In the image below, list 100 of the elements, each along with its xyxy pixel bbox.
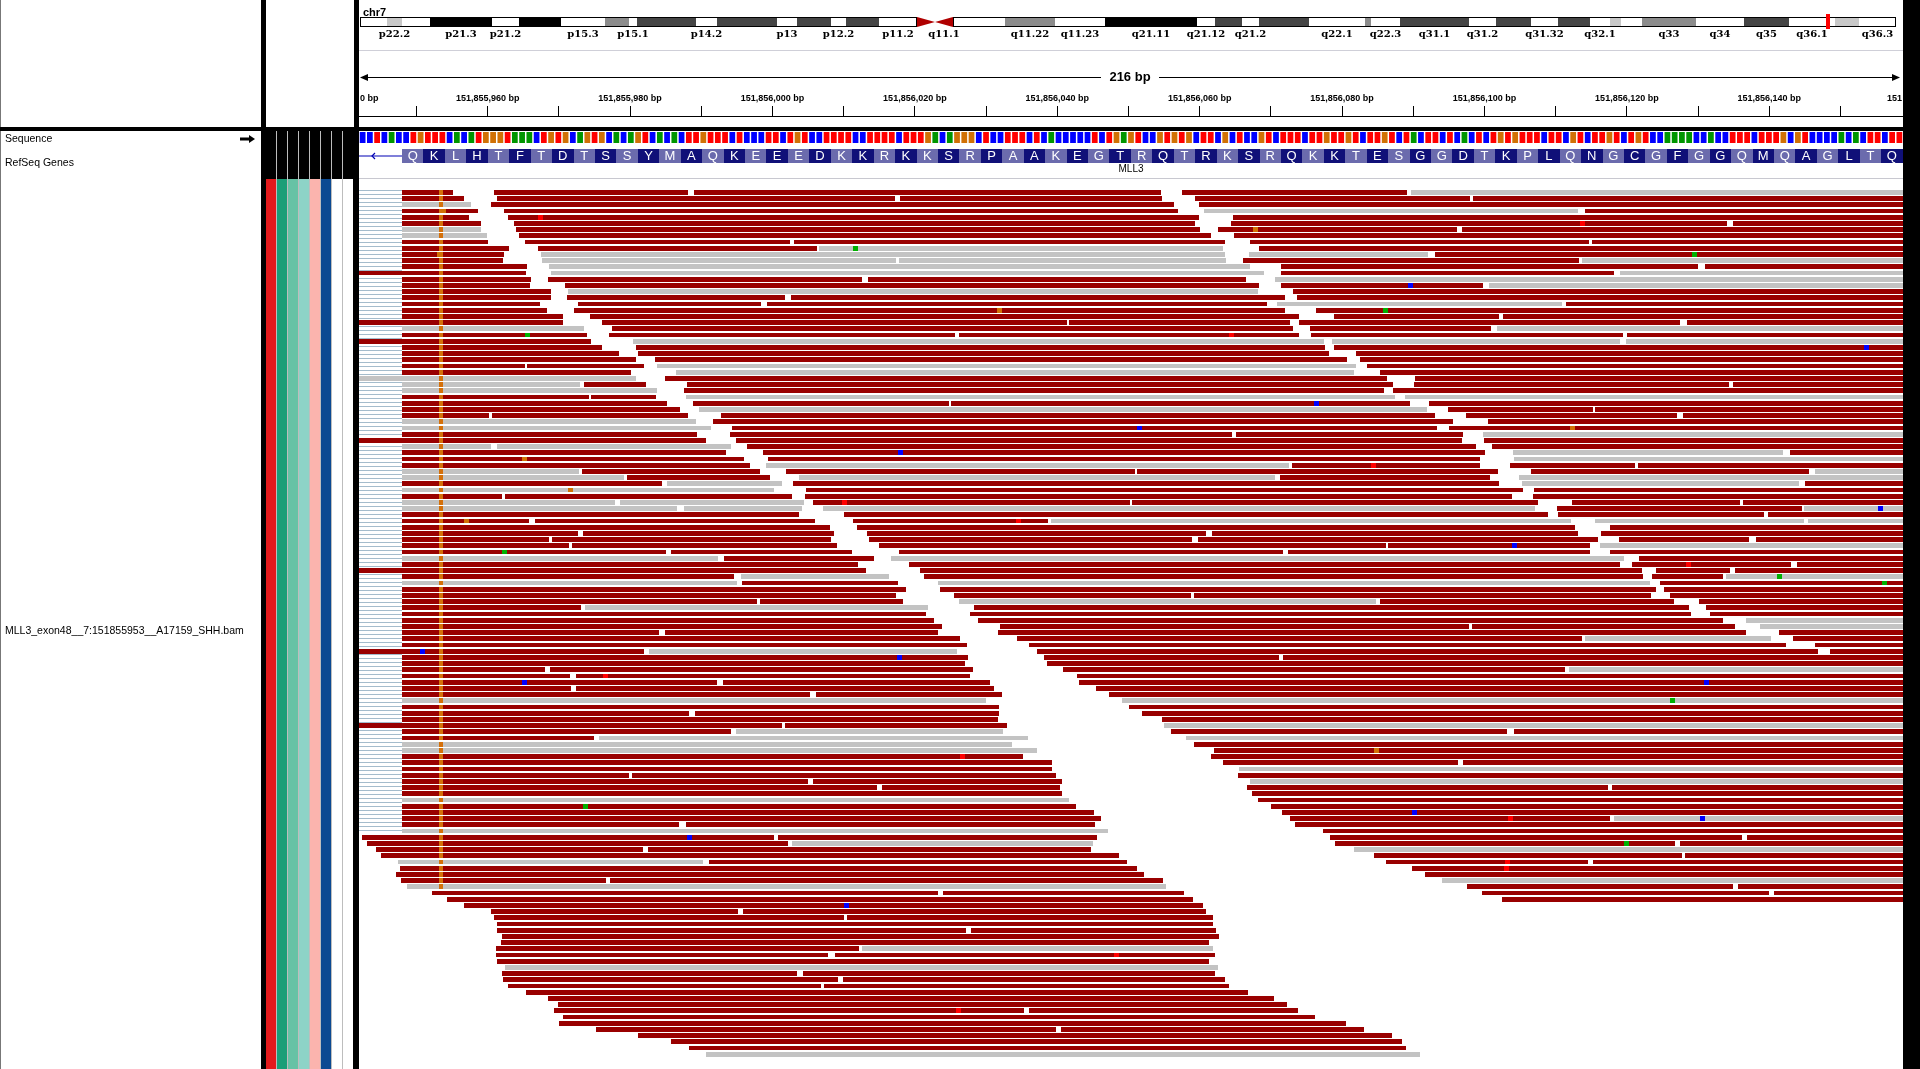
band-label: q36.1 bbox=[1796, 28, 1828, 40]
amino-acid: R bbox=[1259, 149, 1281, 163]
ruler-tick-label: 151,855,980 bp bbox=[598, 92, 662, 104]
amino-acid: G bbox=[1409, 149, 1431, 163]
amino-acid: T bbox=[487, 149, 510, 163]
chromosome-name: chr7 bbox=[363, 6, 387, 18]
band-label: q11.23 bbox=[1060, 28, 1100, 40]
amino-acid: T bbox=[530, 149, 553, 163]
amino-acid: R bbox=[873, 149, 896, 163]
strand-arrow-icon[interactable] bbox=[240, 134, 255, 143]
amino-acid: P bbox=[980, 149, 1003, 163]
ruler-tick-label: 0 bp bbox=[360, 92, 379, 104]
amino-acid: K bbox=[1323, 149, 1346, 163]
amino-acid: G bbox=[1088, 149, 1110, 163]
ruler-tick-label: 151 bbox=[1886, 92, 1902, 104]
ruler-tick-label: 151,856,020 bp bbox=[883, 92, 947, 104]
amino-acid: D bbox=[1452, 149, 1474, 163]
band-label: p14.2 bbox=[690, 28, 723, 40]
band-label: q36.3 bbox=[1861, 28, 1894, 40]
ruler-tick-label: 151,856,080 bp bbox=[1310, 92, 1374, 104]
amino-acid: S bbox=[1388, 149, 1410, 163]
amino-acid: K bbox=[423, 149, 445, 163]
amino-acid: K bbox=[852, 149, 874, 163]
amino-acid: H bbox=[466, 149, 488, 163]
amino-acid: G bbox=[1688, 149, 1710, 163]
ruler-tick-label: 151,856,140 bp bbox=[1737, 92, 1802, 104]
amino-acid: T bbox=[1173, 149, 1196, 163]
amino-acid: M bbox=[659, 149, 681, 163]
amino-acid: Q bbox=[1559, 149, 1582, 163]
amino-acid: E bbox=[766, 149, 788, 163]
amino-acid: T bbox=[1473, 149, 1496, 163]
amino-acid: K bbox=[1495, 149, 1517, 163]
amino-acid: Q bbox=[702, 149, 724, 163]
amino-acid: Y bbox=[637, 149, 660, 163]
ruler-tick-label: 151,856,100 bp bbox=[1452, 92, 1517, 104]
band-label: q21.11 bbox=[1131, 28, 1171, 40]
gene-name: MLL3 bbox=[1118, 163, 1144, 174]
amino-acid: C bbox=[1623, 149, 1646, 163]
amino-acid: F bbox=[1666, 149, 1689, 163]
ruler-tick-label: 151,856,120 bp bbox=[1595, 92, 1659, 104]
amino-acid: D bbox=[809, 149, 831, 163]
band-label: p11.2 bbox=[882, 28, 914, 40]
amino-acid: S bbox=[1238, 149, 1260, 163]
band-label: q33 bbox=[1658, 28, 1680, 40]
band-label: p15.1 bbox=[617, 28, 649, 40]
amino-acid: K bbox=[1045, 149, 1067, 163]
amino-acid: K bbox=[1302, 149, 1324, 163]
amino-acid: Q bbox=[1731, 149, 1753, 163]
amino-acid: Q bbox=[1280, 149, 1303, 163]
amino-acid: Q bbox=[402, 149, 424, 163]
amino-acid: S bbox=[616, 149, 638, 163]
amino-acid: A bbox=[1795, 149, 1817, 163]
amino-acid: G bbox=[1602, 149, 1624, 163]
amino-acid: Q bbox=[1774, 149, 1796, 163]
amino-acid: K bbox=[916, 149, 938, 163]
band-label: q22.3 bbox=[1369, 28, 1402, 40]
amino-acid: R bbox=[1130, 149, 1153, 163]
amino-acid: R bbox=[1195, 149, 1217, 163]
ruler-tick-label: 151,856,060 bp bbox=[1167, 92, 1232, 104]
ruler-tick-label: 151,855,960 bp bbox=[455, 92, 520, 104]
amino-acid: T bbox=[1109, 149, 1131, 163]
track-name[interactable]: MLL3_exon48__7:151855953__A17159_SHH.bam bbox=[5, 623, 244, 637]
band-label: p15.3 bbox=[567, 28, 599, 40]
ruler-tick-label: 151,856,000 bp bbox=[740, 92, 805, 104]
amino-acid: Q bbox=[1152, 149, 1174, 163]
amino-acid: K bbox=[723, 149, 745, 163]
amino-acid: G bbox=[1709, 149, 1732, 163]
track-name[interactable]: Sequence bbox=[5, 132, 53, 145]
amino-acid: S bbox=[594, 149, 617, 163]
amino-acid: M bbox=[1752, 149, 1774, 163]
band-label: q31.32 bbox=[1525, 28, 1564, 40]
amino-acid: G bbox=[1816, 149, 1839, 163]
amino-acid: A bbox=[1002, 149, 1024, 163]
amino-acid: E bbox=[787, 149, 810, 163]
amino-acid: L bbox=[1838, 149, 1860, 163]
band-label: q32.1 bbox=[1584, 28, 1616, 40]
band-label: q34 bbox=[1709, 28, 1731, 40]
amino-acid: K bbox=[895, 149, 917, 163]
band-label: q22.1 bbox=[1321, 28, 1353, 40]
amino-acid: Q bbox=[1881, 149, 1903, 163]
amino-acid: T bbox=[573, 149, 595, 163]
amino-acid: S bbox=[937, 149, 960, 163]
amino-acid: R bbox=[959, 149, 981, 163]
amino-acid: E bbox=[745, 149, 767, 163]
amino-acid: E bbox=[1066, 149, 1088, 163]
amino-acid: G bbox=[1431, 149, 1453, 163]
band-label: q21.12 bbox=[1186, 28, 1226, 40]
band-label: p22.2 bbox=[378, 28, 411, 40]
band-label: q35 bbox=[1756, 28, 1777, 40]
amino-acid: A bbox=[680, 149, 703, 163]
amino-acid: L bbox=[444, 149, 467, 163]
band-label: q31.2 bbox=[1466, 28, 1499, 40]
track-name[interactable]: RefSeq Genes bbox=[5, 156, 74, 169]
amino-acid: A bbox=[1023, 149, 1046, 163]
amino-acid: F bbox=[509, 149, 531, 163]
amino-acid: L bbox=[1538, 149, 1560, 163]
amino-acid: E bbox=[1366, 149, 1389, 163]
amino-acid: K bbox=[1216, 149, 1239, 163]
amino-acid: K bbox=[830, 149, 853, 163]
band-label: q31.1 bbox=[1418, 28, 1451, 40]
